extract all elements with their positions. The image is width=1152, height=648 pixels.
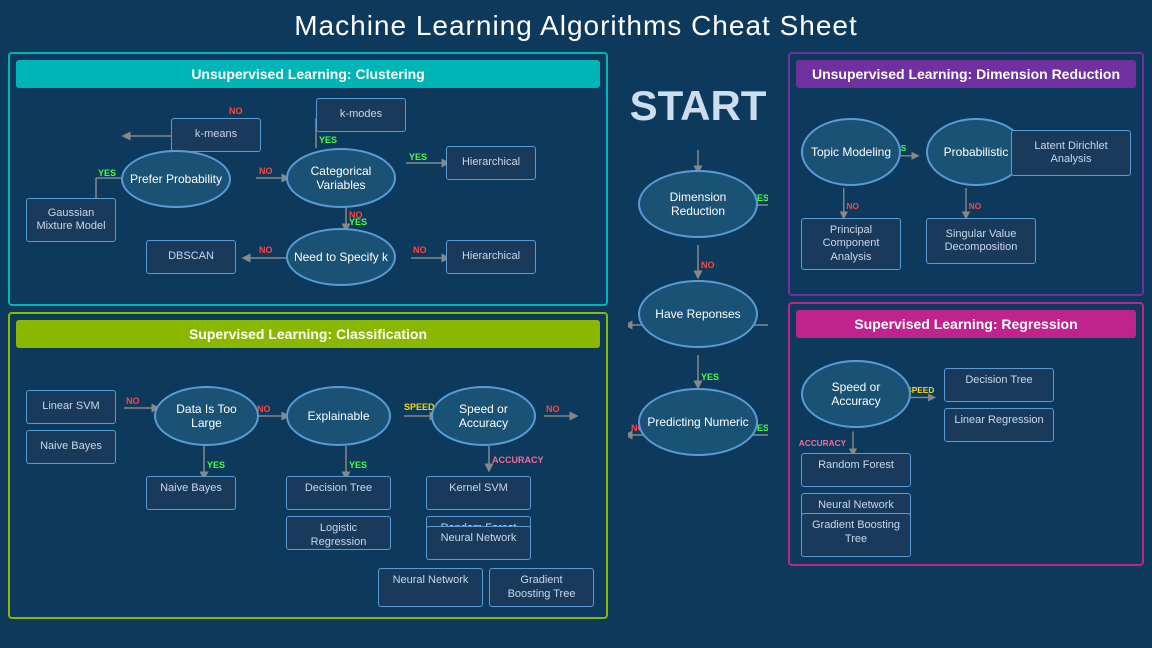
topic-modeling-node: Topic Modeling bbox=[801, 118, 901, 186]
svg-text:SPEED: SPEED bbox=[404, 402, 435, 412]
linear-regression-node: Linear Regression bbox=[944, 408, 1054, 442]
svg-text:YES: YES bbox=[349, 217, 367, 227]
svg-text:YES: YES bbox=[349, 460, 367, 470]
decision-tree-clf-node: Decision Tree bbox=[286, 476, 391, 510]
svg-text:YES: YES bbox=[207, 460, 225, 470]
svg-text:NO: NO bbox=[257, 404, 271, 414]
svg-text:YES: YES bbox=[319, 135, 337, 145]
svg-text:NO: NO bbox=[847, 202, 860, 211]
dbscan-node: DBSCAN bbox=[146, 240, 236, 274]
kmeans-node: k-means bbox=[171, 118, 261, 152]
svg-text:YES: YES bbox=[98, 168, 116, 178]
logistic-regression-node: Logistic Regression bbox=[286, 516, 391, 550]
prefer-prob-node: Prefer Probability bbox=[121, 150, 231, 208]
pca-node: Principal Component Analysis bbox=[801, 218, 901, 270]
svg-text:NO: NO bbox=[259, 245, 273, 255]
dimension-reduction-node: Dimension Reduction bbox=[638, 170, 758, 238]
dr-header: Unsupervised Learning: Dimension Reducti… bbox=[796, 60, 1136, 88]
svg-text:ACCURACY: ACCURACY bbox=[799, 439, 847, 448]
svg-text:NO: NO bbox=[413, 245, 427, 255]
gradient-boost1-outcome: Gradient Boosting Tree bbox=[489, 568, 594, 607]
page-title: Machine Learning Algorithms Cheat Sheet bbox=[0, 0, 1152, 48]
speed-accuracy-reg-node: Speed or Accuracy bbox=[801, 360, 911, 428]
svd-node: Singular Value Decomposition bbox=[926, 218, 1036, 264]
svg-text:NO: NO bbox=[546, 404, 560, 414]
have-responses-node: Have Reponses bbox=[638, 280, 758, 348]
start-label: START bbox=[630, 82, 767, 130]
naive-bayes2-node: Naive Bayes bbox=[146, 476, 236, 510]
data-large-node: Data Is Too Large bbox=[154, 386, 259, 446]
naive-bayes1-node: Naive Bayes bbox=[26, 430, 116, 464]
latent-dirichlet-node: Latent Dirichlet Analysis bbox=[1011, 130, 1131, 176]
svg-text:ACCURACY: ACCURACY bbox=[492, 455, 544, 465]
explainable-node: Explainable bbox=[286, 386, 391, 446]
need-specify-node: Need to Specify k bbox=[286, 228, 396, 286]
svg-text:NO: NO bbox=[259, 166, 273, 176]
neural-network1-node: Neural Network bbox=[426, 526, 531, 560]
random-forest-reg-node: Random Forest bbox=[801, 453, 911, 487]
clustering-header: Unsupervised Learning: Clustering bbox=[16, 60, 600, 88]
hierarchical1-node: Hierarchical bbox=[446, 146, 536, 180]
kernel-svm-node: Kernel SVM bbox=[426, 476, 531, 510]
svg-text:YES: YES bbox=[701, 372, 719, 382]
svg-text:NO: NO bbox=[701, 260, 715, 270]
categorical-node: Categorical Variables bbox=[286, 148, 396, 208]
svg-text:NO: NO bbox=[969, 202, 982, 211]
svg-text:NO: NO bbox=[229, 106, 243, 116]
gradient-boosting-reg-node: Gradient Boosting Tree bbox=[801, 513, 911, 557]
neural-net-outcome: Neural Network bbox=[378, 568, 483, 607]
regression-header: Supervised Learning: Regression bbox=[796, 310, 1136, 338]
kmodes-node: k-modes bbox=[316, 98, 406, 132]
gaussian-node: Gaussian Mixture Model bbox=[26, 198, 116, 242]
speed-accuracy-clf-node: Speed or Accuracy bbox=[431, 386, 536, 446]
classification-header: Supervised Learning: Classification bbox=[16, 320, 600, 348]
svg-text:NO: NO bbox=[349, 210, 363, 220]
linear-svm-node: Linear SVM bbox=[26, 390, 116, 424]
decision-tree-reg-node: Decision Tree bbox=[944, 368, 1054, 402]
predicting-numeric-node: Predicting Numeric bbox=[638, 388, 758, 456]
hierarchical2-node: Hierarchical bbox=[446, 240, 536, 274]
svg-text:YES: YES bbox=[409, 152, 427, 162]
svg-text:NO: NO bbox=[126, 396, 140, 406]
